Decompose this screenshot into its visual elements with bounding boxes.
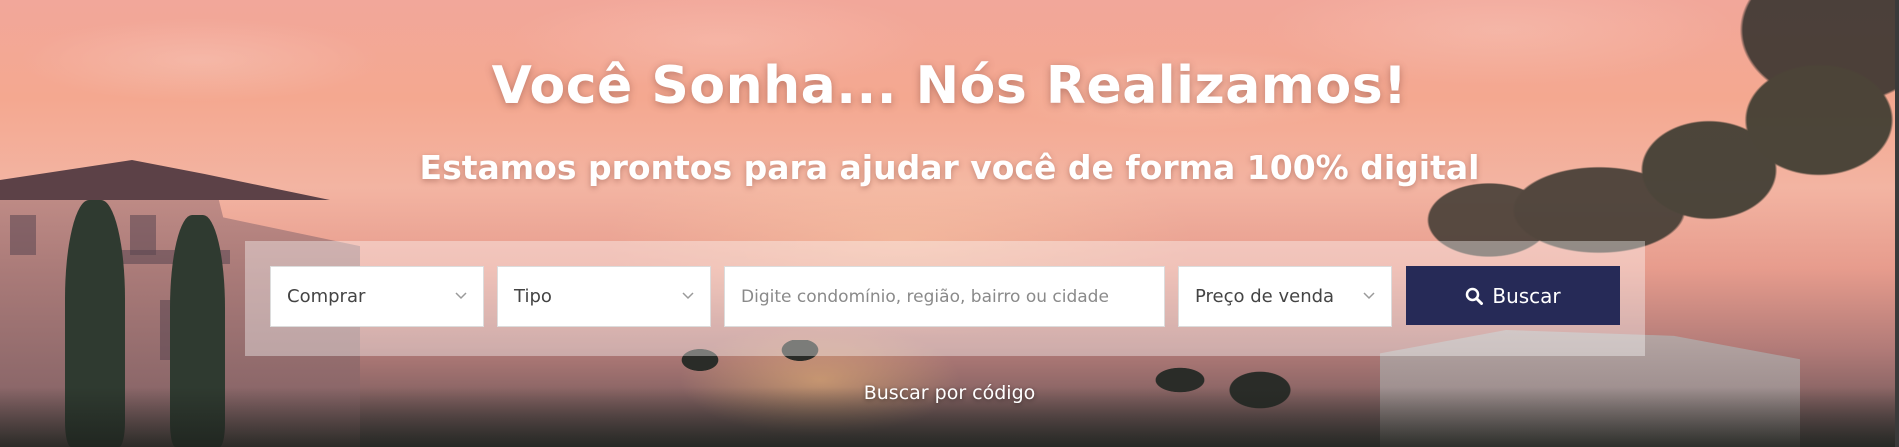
hero-banner: Você Sonha... Nós Realizamos! Estamos pr…: [0, 0, 1899, 447]
background-window: [10, 215, 36, 255]
location-search-input-wrapper: [724, 266, 1165, 327]
price-select-value: Preço de venda: [1195, 286, 1335, 307]
search-icon: [1466, 287, 1484, 305]
hero-subheadline: Estamos prontos para ajudar você de form…: [419, 148, 1480, 187]
hero-headline: Você Sonha... Nós Realizamos!: [491, 56, 1408, 116]
search-button-label: Buscar: [1492, 283, 1561, 308]
search-button[interactable]: Buscar: [1406, 266, 1620, 325]
location-search-input[interactable]: [741, 267, 1164, 326]
type-select[interactable]: Tipo: [497, 266, 711, 327]
chevron-down-icon: [1363, 292, 1375, 300]
chevron-down-icon: [682, 292, 694, 300]
chevron-down-icon: [455, 292, 467, 300]
purpose-select-value: Comprar: [287, 286, 366, 307]
price-select[interactable]: Preço de venda: [1178, 266, 1392, 327]
type-select-value: Tipo: [514, 286, 552, 307]
background-window: [130, 215, 156, 255]
search-panel: Comprar Tipo Preço de venda Buscar: [245, 241, 1645, 356]
search-by-code-link[interactable]: Buscar por código: [0, 382, 1899, 404]
purpose-select[interactable]: Comprar: [270, 266, 484, 327]
